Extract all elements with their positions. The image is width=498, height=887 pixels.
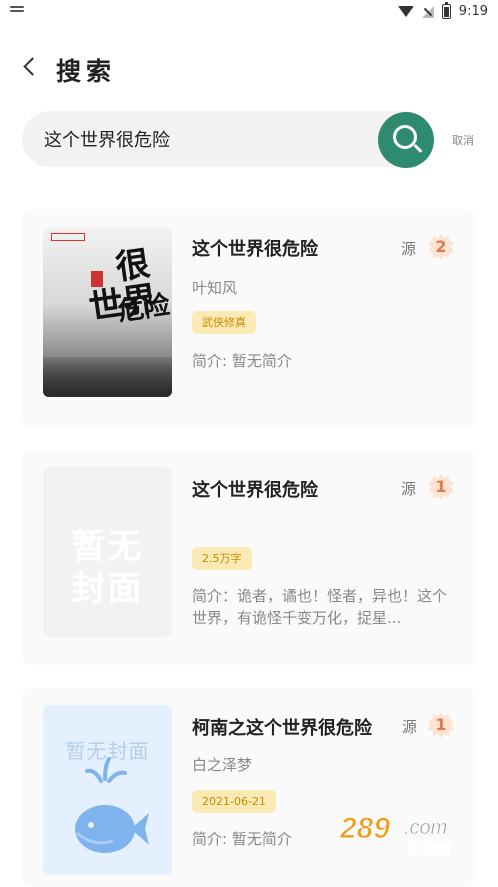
book-title: 这个世界很危险 <box>192 239 318 260</box>
search-button[interactable] <box>378 112 434 168</box>
status-time: 9:19 <box>458 4 488 19</box>
svg-text:.com: .com <box>404 817 447 839</box>
source-label: 源 <box>401 480 417 498</box>
book-cover-image: 很 世界 危险 <box>43 227 172 397</box>
no-signal-icon <box>421 5 434 18</box>
cover-placeholder: 暂无 封面 <box>43 467 172 637</box>
source-count: 1 <box>435 715 447 734</box>
cover-calligraphy: 很 世界 危险 <box>76 243 172 335</box>
source-count: 1 <box>435 477 447 496</box>
book-title: 柯南之这个世界很危险 <box>192 718 372 739</box>
search-input[interactable] <box>44 111 374 167</box>
book-author: 叶知风 <box>192 279 238 297</box>
cover-placeholder-text: 封面 <box>71 569 144 609</box>
cover-text: 危险 <box>116 290 172 328</box>
result-card[interactable]: 暂无 封面 这个世界很危险 源 1 2.5万字 简介：诡者，谲也！怪者，异也！这… <box>22 450 475 665</box>
watermark-logo: 289 .com 手游网 <box>336 808 480 860</box>
search-icon-handle <box>413 143 423 154</box>
source-count-badge[interactable]: 1 <box>427 473 455 501</box>
source-count-badge[interactable]: 2 <box>427 233 455 261</box>
search-box <box>22 111 432 167</box>
svg-text:289: 289 <box>339 812 390 845</box>
book-author: 白之泽梦 <box>192 756 253 774</box>
book-tag: 2.5万字 <box>192 547 252 570</box>
result-card[interactable]: 很 世界 危险 这个世界很危险 源 2 叶知风 武侠修真 简介: 暂无简介 <box>22 209 475 427</box>
source-label: 源 <box>402 718 418 736</box>
battery-icon <box>441 1 451 19</box>
book-cover-placeholder: 暂无 封面 <box>43 467 172 637</box>
back-arrow-icon[interactable] <box>23 57 42 76</box>
whale-icon <box>75 757 149 853</box>
book-tag: 2021-06-21 <box>192 790 276 813</box>
status-bar: 9:19 <box>0 0 498 26</box>
header: 搜索 <box>0 44 498 90</box>
book-intro: 简介: 暂无简介 <box>192 352 292 370</box>
source-count: 2 <box>435 237 447 256</box>
watermark-graphic: 289 .com 手游网 <box>339 812 452 859</box>
book-tag: 武侠修真 <box>192 311 256 334</box>
status-icons: 9:19 <box>397 1 488 19</box>
source-count-badge[interactable]: 1 <box>427 711 455 739</box>
wifi-icon <box>397 6 414 17</box>
cover-ruins <box>43 357 172 397</box>
publisher-logo <box>51 233 85 241</box>
book-cover-placeholder: 暂无封面 <box>43 705 172 875</box>
source-label: 源 <box>401 240 417 258</box>
menu-lines-icon <box>10 6 24 16</box>
page-title: 搜索 <box>56 57 117 86</box>
book-title: 这个世界很危险 <box>192 480 318 501</box>
svg-text:手游网: 手游网 <box>406 840 451 858</box>
cancel-button[interactable]: 取消 <box>452 132 474 148</box>
book-intro: 简介：诡者，谲也！怪者，异也！这个世界，有诡怪千变万化，捉星... <box>192 587 448 627</box>
